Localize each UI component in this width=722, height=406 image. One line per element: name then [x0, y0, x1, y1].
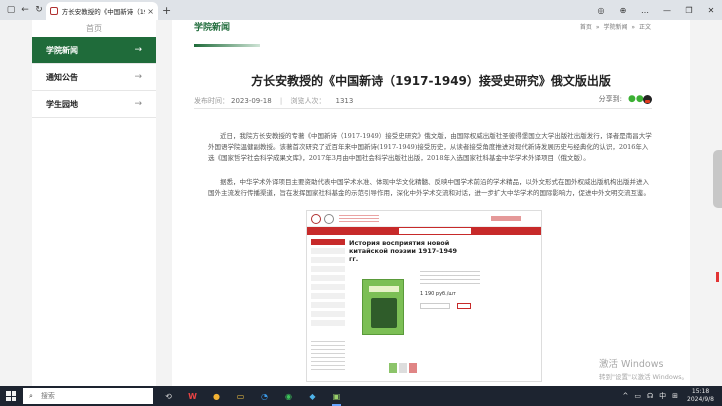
image-site-header — [307, 211, 541, 227]
book-cover-image — [362, 279, 404, 335]
emblem-icon — [324, 214, 334, 224]
file-explorer-icon[interactable]: ▭ — [232, 388, 249, 404]
web-page: 首页 学院新闻 → 通知公告 → 学生园地 → 学院新闻 首页 » 学院新闻 »… — [0, 20, 722, 386]
clock-date: 2024/9/8 — [687, 396, 714, 403]
new-tab-button[interactable]: + — [162, 4, 171, 17]
more-icon[interactable]: … — [634, 6, 656, 15]
breadcrumb-separator: » — [595, 24, 600, 31]
browser-tab-bar: ▢ ← ↻ 方长安教授的《中国新诗（19 × + ◎ ⊕ … — ❐ ✕ — [0, 0, 722, 20]
network-icon[interactable]: ▭ — [634, 392, 641, 400]
tab-close-icon[interactable]: × — [147, 7, 154, 16]
arrow-right-icon: → — [134, 99, 142, 109]
browser-tab[interactable]: 方长安教授的《中国新诗（19 × — [46, 2, 158, 20]
ime-mode-icon[interactable]: ⊞ — [672, 392, 678, 400]
sidebar-item-college-news[interactable]: 学院新闻 → — [32, 37, 156, 64]
image-site-nav — [307, 227, 541, 235]
sidebar-item-label: 学院新闻 — [46, 45, 78, 55]
sidebar-top-label: 首页 — [86, 24, 102, 33]
arrow-right-icon: → — [134, 72, 142, 82]
windows-activation-watermark: 激活 Windows 转到"设置"以激活 Windows。 — [599, 359, 689, 381]
article-paragraph: 近日，我院方长安教授的专著《中国新诗（1917-1949）接受史研究》俄文版，由… — [208, 132, 652, 162]
side-marker — [716, 272, 719, 282]
views-count: 1313 — [335, 97, 354, 105]
wechat-icon[interactable]: ●● — [628, 94, 644, 104]
search-icon: ⌕ — [29, 391, 33, 400]
image-book-price: 1 190 руб./шт — [420, 291, 456, 297]
image-book-title: История восприятия новой китайской поэзи… — [349, 239, 458, 263]
section-title: 学院新闻 — [194, 23, 231, 33]
app-icon[interactable]: ◆ — [304, 388, 321, 404]
date-label: 发布时间： — [194, 97, 229, 105]
breadcrumb-current: 正文 — [638, 24, 651, 31]
breadcrumb: 首页 » 学院新闻 » 正文 — [579, 22, 652, 31]
active-app-icon[interactable]: ▣ — [328, 388, 345, 406]
side-scroll-handle[interactable] — [713, 150, 722, 208]
article-title: 方长安教授的《中国新诗（1917-1949）接受史研究》俄文版出版 — [251, 74, 611, 88]
globe-icon[interactable]: ⊕ — [612, 6, 634, 15]
sidebar: 首页 学院新闻 → 通知公告 → 学生园地 → — [32, 20, 156, 386]
article-paragraph: 据悉，中华学术外译项目主要资助代表中国学术水准、体现中华文化精髓、反映中国学术前… — [208, 178, 650, 197]
breadcrumb-section[interactable]: 学院新闻 — [603, 24, 627, 31]
tray-expand-icon[interactable]: ^ — [622, 392, 628, 400]
tab-title: 方长安教授的《中国新诗（19 — [61, 8, 146, 16]
section-title-underline — [194, 44, 260, 47]
system-tray: ^ ▭ ☊ 中 ⊞ 15:18 2024/9/8 — [619, 386, 722, 406]
qq-icon[interactable] — [643, 94, 652, 104]
restore-button[interactable]: ❐ — [678, 6, 700, 15]
search-placeholder: 搜索 — [40, 392, 55, 400]
main-content: 学院新闻 首页 » 学院新闻 » 正文 方长安教授的《中国新诗（1917-194… — [172, 20, 690, 386]
article-image: История восприятия новой китайской поэзи… — [306, 210, 542, 382]
divider — [194, 108, 652, 109]
window-controls: ◎ ⊕ … — ❐ ✕ — [590, 0, 722, 20]
close-window-button[interactable]: ✕ — [700, 6, 722, 15]
sidebar-item-label: 学生园地 — [46, 99, 78, 109]
image-thumbnails — [389, 363, 419, 373]
sidebar-item-student-corner[interactable]: 学生园地 → — [32, 91, 156, 118]
tab-favicon-icon — [50, 7, 58, 15]
taskbar: ⌕ 搜索 ⟲ W ● ▭ ◔ ◉ ◆ ▣ ^ ▭ ☊ 中 ⊞ 15:18 202… — [0, 386, 722, 406]
breadcrumb-separator: » — [631, 24, 636, 31]
clock-time: 15:18 — [691, 388, 710, 395]
university-logo-icon — [311, 214, 321, 224]
sidebar-item-label: 通知公告 — [46, 72, 78, 82]
share-label: 分享到: — [598, 95, 622, 103]
edge-icon[interactable]: ◔ — [256, 388, 273, 404]
publish-date: 2023-09-18 — [231, 97, 272, 105]
volume-icon[interactable]: ☊ — [647, 392, 653, 400]
clock[interactable]: 15:18 2024/9/8 — [687, 388, 714, 404]
article-meta: 发布时间： 2023-09-18 | 浏览人次： 1313 — [194, 97, 354, 105]
windows-start-icon[interactable] — [6, 391, 16, 401]
browser-app-icon[interactable]: ● — [208, 388, 225, 404]
taskbar-apps: ⟲ W ● ▭ ◔ ◉ ◆ ▣ — [160, 388, 352, 406]
task-view-icon[interactable]: ⟲ — [160, 388, 177, 404]
taskbar-search-input[interactable]: ⌕ 搜索 — [23, 388, 153, 404]
wps-icon[interactable]: W — [184, 388, 201, 404]
refresh-icon[interactable]: ↻ — [32, 3, 46, 17]
breadcrumb-home[interactable]: 首页 — [580, 24, 592, 31]
share-bar: 分享到: ●● — [599, 94, 652, 104]
views-label: 浏览人次： — [290, 97, 326, 105]
input-method-icon[interactable]: 中 — [659, 391, 666, 401]
minimize-button[interactable]: — — [656, 6, 678, 15]
profile-icon[interactable]: ◎ — [590, 6, 612, 15]
back-icon[interactable]: ← — [18, 3, 32, 17]
wechat-app-icon[interactable]: ◉ — [280, 388, 297, 404]
sidebar-item-notices[interactable]: 通知公告 → — [32, 64, 156, 91]
arrow-right-icon: → — [134, 45, 142, 55]
window-menu-icon[interactable]: ▢ — [4, 3, 18, 17]
